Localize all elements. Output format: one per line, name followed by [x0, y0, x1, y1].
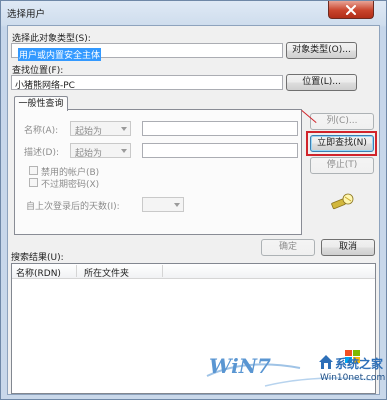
description-input[interactable] [142, 143, 298, 158]
common-queries-panel: 名称(A): 起始为 描述(D): 起始为 禁用的帐户(B) 不过期密码(X) … [14, 109, 302, 235]
ok-button[interactable]: 确定 [261, 239, 315, 256]
object-types-button[interactable]: 对象类型(O)... [286, 42, 357, 59]
location-field[interactable]: 小猪熊网络-PC [11, 75, 283, 91]
cancel-button[interactable]: 取消 [321, 239, 375, 256]
close-icon [346, 5, 356, 15]
non-expiring-password-checkbox[interactable] [29, 178, 38, 187]
dialog-window: 选择用户 选择此对象类型(S): 用户或内置安全主体 对象类型(O)... 查找… [0, 0, 387, 400]
description-mode-select[interactable]: 起始为 [70, 143, 131, 159]
columns-button[interactable]: 列(C)... [310, 113, 374, 130]
name-label: 名称(A): [24, 126, 59, 136]
watermark-brand: WiN7 [209, 354, 271, 378]
name-mode-value: 起始为 [75, 127, 103, 137]
column-header-folder[interactable]: 所在文件夹 [84, 266, 129, 279]
dialog-body: 选择此对象类型(S): 用户或内置安全主体 对象类型(O)... 查找位置(F)… [7, 25, 385, 395]
disabled-accounts-checkbox[interactable] [29, 166, 38, 175]
close-button[interactable] [328, 1, 374, 19]
search-results-label: 搜索结果(U): [11, 253, 64, 263]
tab-common-queries[interactable]: 一般性查询 [14, 96, 68, 111]
window-title: 选择用户 [7, 9, 46, 20]
description-mode-value: 起始为 [75, 149, 103, 159]
non-expiring-password-label: 不过期密码(X) [41, 180, 100, 190]
watermark-site-url: Win10net.com [320, 373, 386, 383]
name-input[interactable] [142, 121, 298, 136]
title-bar[interactable]: 选择用户 [1, 1, 386, 25]
watermark-site-name: 系统之家 [335, 357, 384, 371]
description-label: 描述(D): [24, 148, 59, 158]
location-value: 小猪熊网络-PC [15, 81, 75, 91]
stop-button[interactable]: 停止(T) [310, 157, 374, 174]
column-divider[interactable] [76, 265, 77, 277]
flashlight-search-icon [331, 193, 354, 210]
chevron-down-icon [121, 127, 127, 131]
results-header: 名称(RDN) 所在文件夹 [12, 264, 375, 279]
object-type-field[interactable]: 用户或内置安全主体 [11, 43, 283, 61]
house-logo-icon [319, 355, 333, 369]
chevron-down-icon [121, 149, 127, 153]
search-results-list[interactable]: 名称(RDN) 所在文件夹 WiN7 系统之家 Win10net.com [11, 263, 385, 394]
highlight-box [306, 131, 377, 156]
days-since-logon-label: 自上次登录后的天数(I): [26, 202, 120, 212]
chevron-down-icon [174, 203, 180, 207]
name-mode-select[interactable]: 起始为 [70, 121, 131, 137]
days-since-logon-select[interactable] [142, 197, 184, 212]
column-divider[interactable] [162, 265, 163, 277]
locations-button[interactable]: 位置(L)... [286, 74, 357, 91]
object-type-value: 用户或内置安全主体 [18, 48, 102, 61]
column-header-name[interactable]: 名称(RDN) [16, 266, 61, 279]
